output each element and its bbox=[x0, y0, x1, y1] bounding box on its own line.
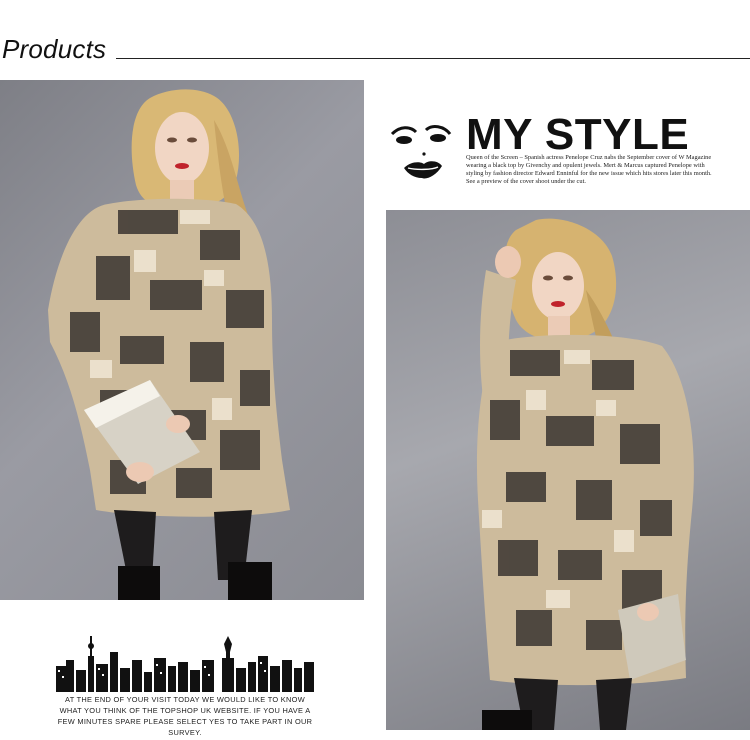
survey-text: AT THE END OF YOUR VISIT TODAY WE WOULD … bbox=[57, 695, 313, 737]
lips-face-icon bbox=[390, 125, 452, 179]
header-divider bbox=[116, 58, 750, 59]
model-illustration-right bbox=[476, 218, 694, 730]
section-header: Products bbox=[0, 30, 750, 70]
product-photo-left bbox=[0, 80, 364, 600]
section-title: Products bbox=[2, 34, 107, 64]
city-skyline-icon bbox=[56, 636, 314, 692]
my-style-block: MY STYLE Queen of the Screen – Spanish a… bbox=[386, 110, 750, 190]
my-style-title: MY STYLE bbox=[466, 110, 690, 159]
model-illustration-left bbox=[48, 89, 290, 600]
product-photo-right bbox=[386, 210, 750, 730]
my-style-paragraph: Queen of the Screen – Spanish actress Pe… bbox=[466, 154, 712, 185]
